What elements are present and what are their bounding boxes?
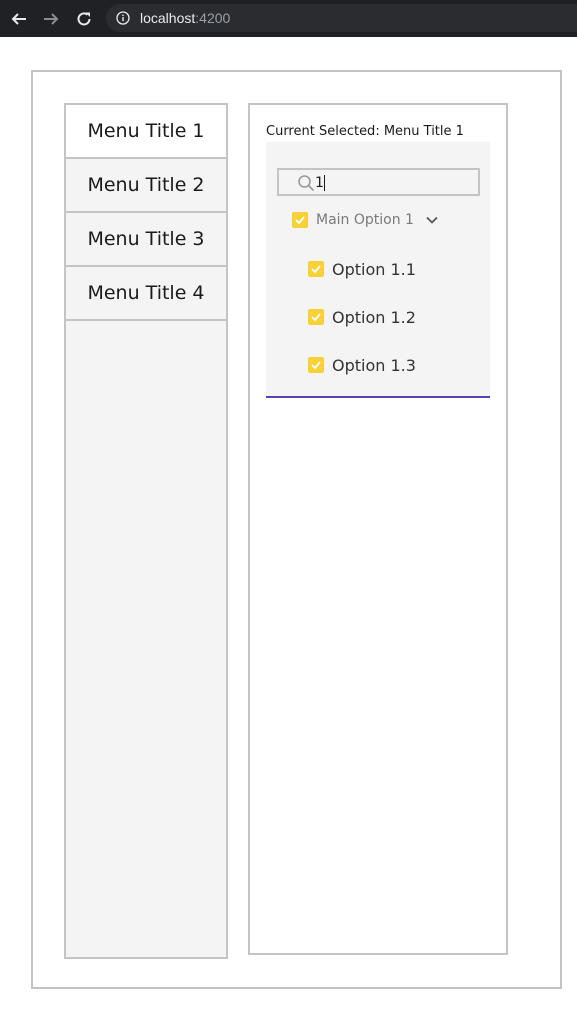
search-field[interactable]: [277, 168, 480, 196]
check-icon: [311, 265, 321, 274]
option-row-1-2[interactable]: Option 1.2: [308, 307, 416, 327]
option-label: Option 1.1: [332, 259, 416, 279]
menu-item-2[interactable]: Menu Title 2: [66, 159, 226, 213]
menu-item-label: Menu Title 2: [87, 174, 205, 196]
menu-item-1[interactable]: Menu Title 1: [66, 105, 226, 159]
option-label: Option 1.2: [332, 307, 416, 327]
info-icon[interactable]: [116, 11, 130, 25]
check-icon: [311, 361, 321, 370]
main-option-label: Main Option 1: [316, 212, 414, 228]
check-icon: [311, 313, 321, 322]
option-checkbox[interactable]: [308, 261, 324, 277]
back-arrow-icon: [11, 13, 26, 25]
option-label: Option 1.3: [332, 355, 416, 375]
main-option-checkbox[interactable]: [292, 212, 308, 228]
menu-list: Menu Title 1 Menu Title 2 Menu Title 3 M…: [64, 103, 228, 959]
reload-button[interactable]: [73, 8, 95, 30]
tree-select-dropdown: Main Option 1 Option 1.1 Option 1.2: [266, 142, 490, 398]
menu-item-label: Menu Title 3: [87, 228, 205, 250]
browser-toolbar: localhost:4200: [0, 0, 577, 37]
text-caret: [324, 175, 325, 191]
url-host: localhost: [140, 10, 196, 26]
reload-icon: [77, 12, 91, 26]
url-port: :4200: [195, 10, 231, 26]
url-text[interactable]: localhost:4200: [140, 10, 230, 26]
option-checkbox[interactable]: [308, 309, 324, 325]
search-icon: [298, 175, 315, 192]
option-checkbox[interactable]: [308, 357, 324, 373]
check-icon: [295, 216, 305, 225]
current-selected-text: Current Selected: Menu Title 1: [266, 124, 464, 139]
menu-item-3[interactable]: Menu Title 3: [66, 213, 226, 267]
search-input[interactable]: [315, 173, 465, 193]
content-panel: Current Selected: Menu Title 1 Main Opti…: [248, 103, 508, 955]
option-row-1-1[interactable]: Option 1.1: [308, 259, 416, 279]
option-row-1-3[interactable]: Option 1.3: [308, 355, 416, 375]
forward-arrow-icon: [44, 13, 59, 25]
menu-item-label: Menu Title 1: [87, 120, 205, 142]
chevron-down-icon[interactable]: [425, 213, 439, 227]
menu-item-label: Menu Title 4: [87, 282, 205, 304]
menu-item-4[interactable]: Menu Title 4: [66, 267, 226, 321]
main-option-row[interactable]: Main Option 1: [292, 210, 414, 230]
forward-button[interactable]: [40, 8, 62, 30]
back-button[interactable]: [8, 8, 30, 30]
